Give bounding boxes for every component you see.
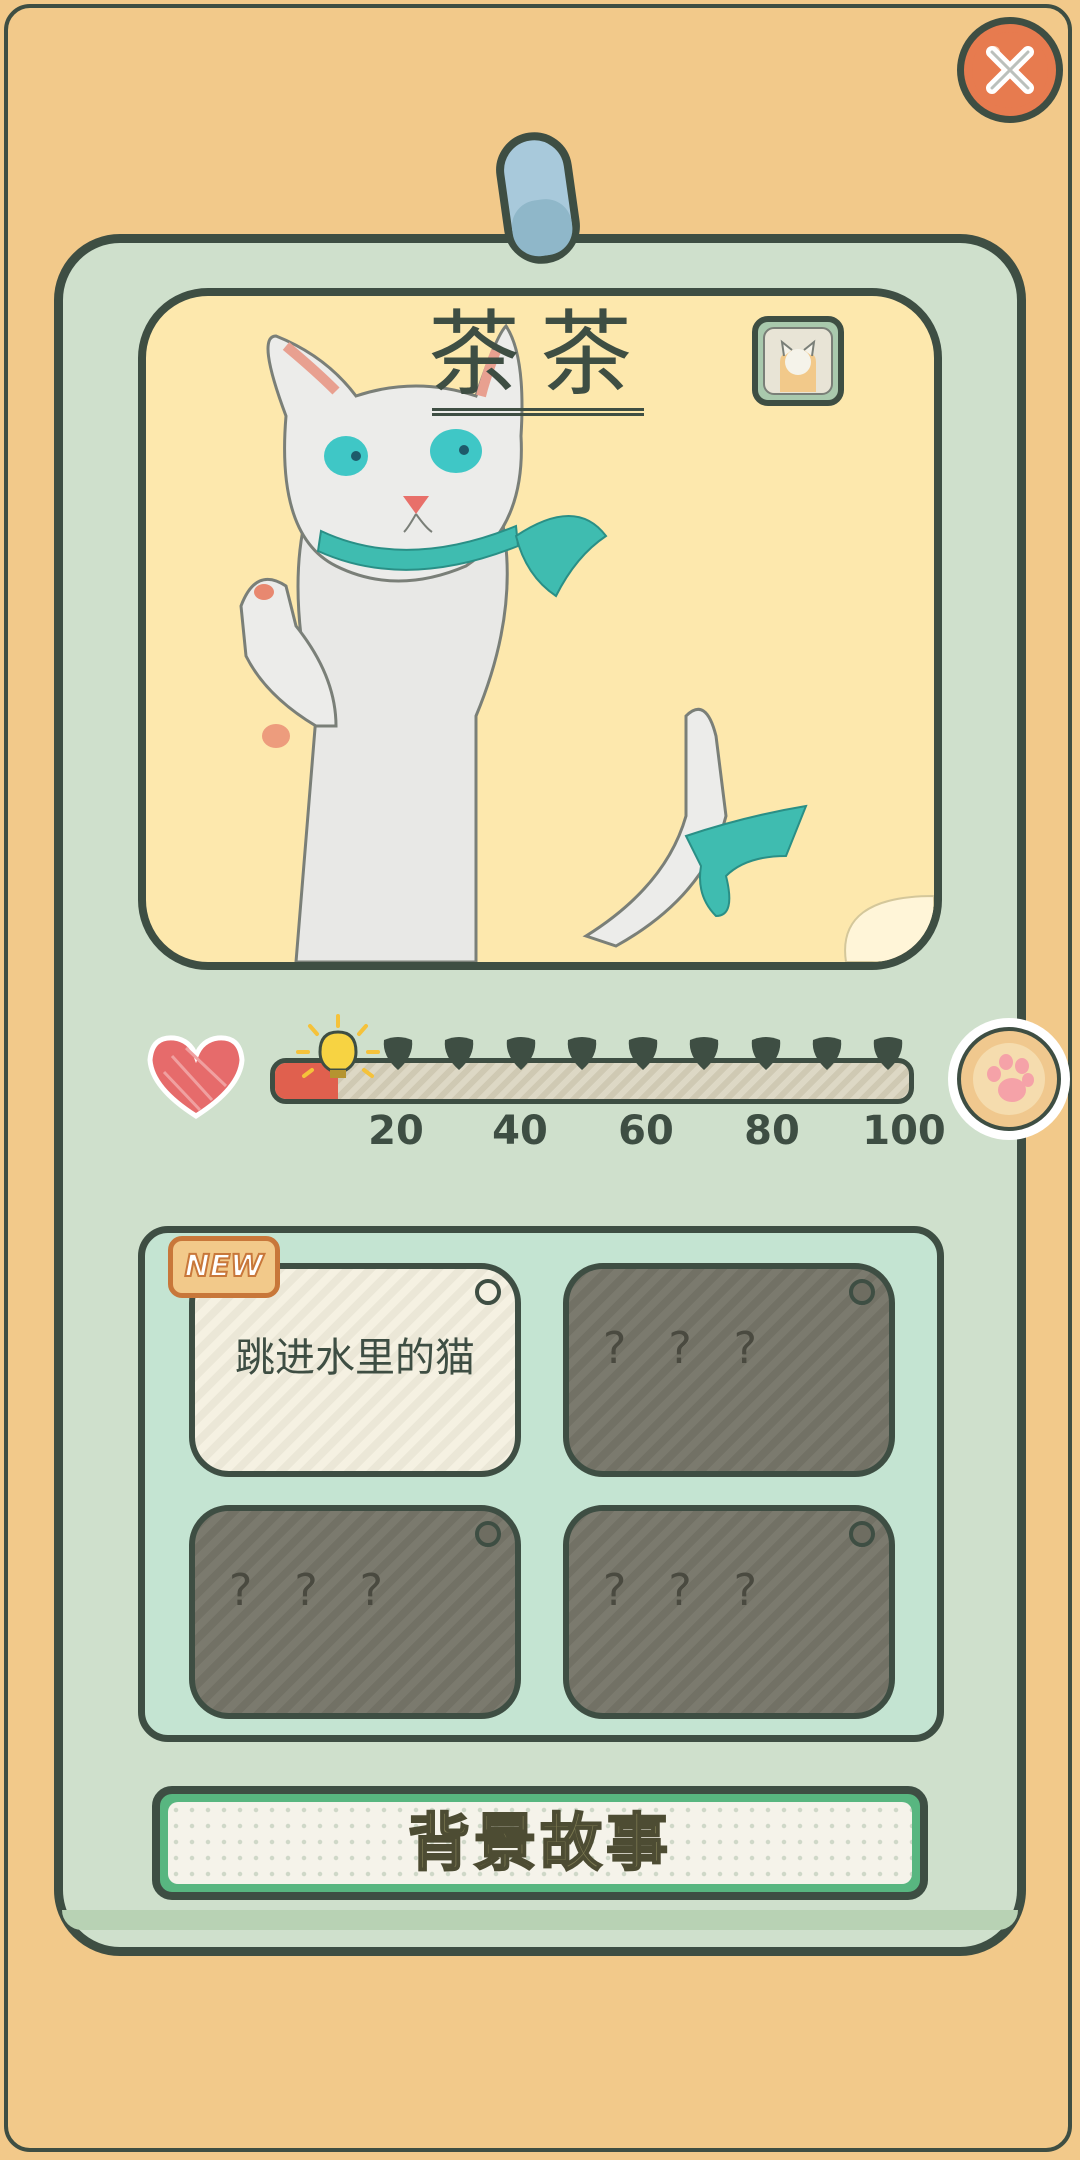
paw-icon xyxy=(951,1021,1067,1137)
milestone-marker xyxy=(567,1037,596,1070)
close-button[interactable] xyxy=(957,17,1063,123)
cat-name: 茶茶 xyxy=(427,301,652,408)
tick-label: 20 xyxy=(368,1108,424,1154)
cat-avatar-icon xyxy=(763,327,833,395)
story-card-2[interactable]: ? ? ? xyxy=(563,1263,895,1477)
lightbulb-icon xyxy=(296,1014,380,1078)
story-panel: 跳进水里的猫 ? ? ? ? ? ? ? ? ? xyxy=(138,1226,944,1742)
avatar-button[interactable] xyxy=(752,316,844,406)
milestone-marker xyxy=(690,1037,719,1070)
milestone-marker xyxy=(383,1037,413,1070)
milestone-marker xyxy=(506,1037,535,1070)
locked-story-title: ? ? ? xyxy=(603,1565,772,1616)
backstory-label: 背景故事 xyxy=(407,1805,672,1880)
locked-story-title: ? ? ? xyxy=(229,1565,398,1616)
tick-label: 100 xyxy=(862,1108,946,1154)
tick-label: 40 xyxy=(492,1108,548,1154)
milestone-marker xyxy=(812,1037,841,1070)
backstory-button-face: 背景故事 xyxy=(168,1802,912,1884)
milestone-marker xyxy=(628,1037,658,1070)
close-icon xyxy=(972,32,1048,108)
story-card-3[interactable]: ? ? ? xyxy=(189,1505,521,1719)
story-card-4[interactable]: ? ? ? xyxy=(563,1505,895,1719)
pin-icon xyxy=(849,1521,875,1547)
pin-icon xyxy=(475,1279,501,1305)
milestone-marker xyxy=(751,1037,780,1070)
heart-icon xyxy=(147,1035,245,1119)
paw-button[interactable] xyxy=(948,1018,1070,1140)
story-title: 跳进水里的猫 xyxy=(235,1335,475,1381)
tick-label: 60 xyxy=(618,1108,674,1154)
milestone-marker xyxy=(873,1037,903,1070)
card-shadow xyxy=(62,1910,1018,1930)
locked-story-title: ? ? ? xyxy=(603,1323,772,1374)
milestone-marker xyxy=(445,1037,474,1070)
pin-icon xyxy=(849,1279,875,1305)
backstory-button[interactable]: 背景故事 xyxy=(152,1786,928,1900)
new-badge: NEW xyxy=(168,1236,280,1298)
clip-icon xyxy=(496,132,580,264)
pin-icon xyxy=(475,1521,501,1547)
name-underline xyxy=(432,408,644,416)
tick-label: 80 xyxy=(744,1108,800,1154)
